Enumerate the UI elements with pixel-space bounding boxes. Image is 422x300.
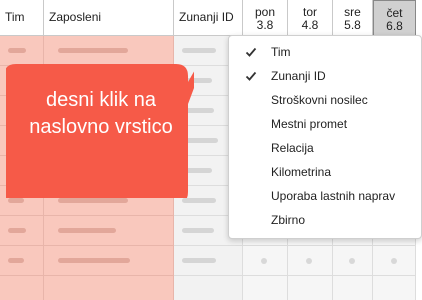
menu-item-kilometrina[interactable]: Kilometrina [229, 160, 421, 184]
cell-day [333, 246, 373, 276]
day-date: 6.8 [386, 19, 403, 33]
table-row[interactable] [0, 246, 422, 276]
day-date: 3.8 [256, 18, 274, 32]
checkmark-icon [245, 71, 257, 81]
menu-item-label: Tim [271, 45, 291, 59]
cell-day [373, 276, 416, 300]
column-visibility-context-menu: Tim Zunanji ID Stroškovni nosilec Mestni… [228, 35, 422, 239]
cell-tim [0, 276, 44, 300]
column-header-day-cet[interactable]: čet 6.8 [373, 0, 416, 36]
menu-item-label: Zunanji ID [271, 69, 326, 83]
column-header-zunanji-id[interactable]: Zunanji ID [174, 0, 243, 36]
column-header-day-sre[interactable]: sre 5.8 [333, 0, 373, 36]
column-header-tim[interactable]: Tim [0, 0, 44, 36]
menu-item-zunanji-id[interactable]: Zunanji ID [229, 64, 421, 88]
menu-item-label: Uporaba lastnih naprav [271, 189, 396, 203]
cell-zaposleni [44, 216, 174, 246]
cell-day [333, 276, 373, 300]
day-date: 5.8 [344, 18, 361, 32]
column-header-label: Tim [5, 10, 25, 24]
menu-item-stroskovni-nosilec[interactable]: Stroškovni nosilec [229, 88, 421, 112]
menu-item-label: Relacija [271, 141, 314, 155]
cell-day [243, 276, 288, 300]
menu-item-mestni-promet[interactable]: Mestni promet [229, 112, 421, 136]
menu-item-uporaba-lastnih-naprav[interactable]: Uporaba lastnih naprav [229, 184, 421, 208]
cell-day [288, 246, 333, 276]
instruction-callout: desni klik na naslovno vrstico [6, 58, 194, 198]
cell-day [373, 246, 416, 276]
menu-item-label: Kilometrina [271, 165, 332, 179]
table-row[interactable] [0, 276, 422, 300]
cell-zunanji-id [174, 276, 243, 300]
cell-zaposleni [44, 246, 174, 276]
cell-day [288, 276, 333, 300]
menu-item-zbirno[interactable]: Zbirno [229, 208, 421, 232]
day-date: 4.8 [301, 18, 319, 32]
column-header-label: Zunanji ID [179, 10, 234, 24]
menu-item-relacija[interactable]: Relacija [229, 136, 421, 160]
column-header-zaposleni[interactable]: Zaposleni [44, 0, 174, 36]
cell-day [243, 246, 288, 276]
column-header-day-pon[interactable]: pon 3.8 [243, 0, 288, 36]
callout-text: desni klik na naslovno vrstico [29, 89, 173, 138]
menu-item-label: Zbirno [271, 213, 306, 227]
cell-tim [0, 246, 44, 276]
cell-tim [0, 216, 44, 246]
checkmark-icon [245, 47, 257, 57]
column-header-day-tor[interactable]: tor 4.8 [288, 0, 333, 36]
cell-zaposleni [44, 276, 174, 300]
column-header-label: Zaposleni [49, 10, 102, 24]
cell-zunanji-id [174, 246, 243, 276]
menu-item-label: Stroškovni nosilec [271, 93, 368, 107]
menu-item-label: Mestni promet [271, 117, 348, 131]
menu-item-tim[interactable]: Tim [229, 40, 421, 64]
